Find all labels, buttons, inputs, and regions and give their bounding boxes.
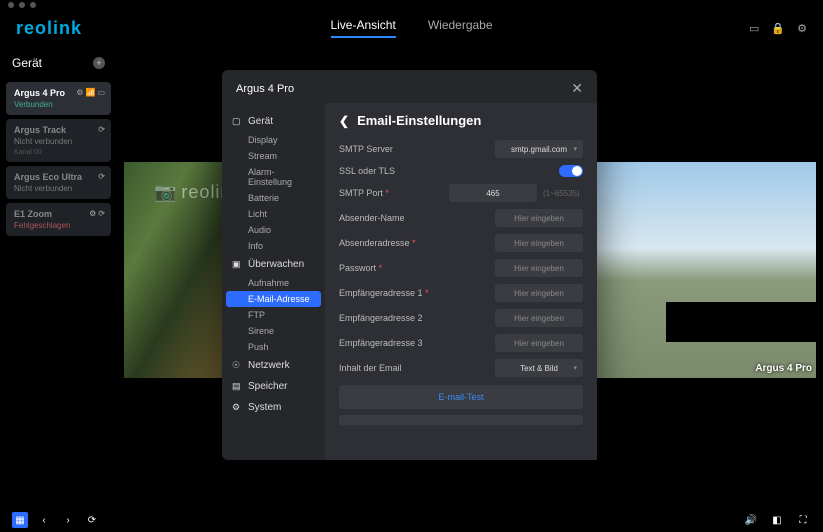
recip1-input[interactable]: Hier eingeben: [495, 284, 583, 302]
cat-device[interactable]: ▢Gerät: [222, 111, 325, 132]
top-tabs: Live-Ansicht Wiedergabe: [330, 18, 492, 38]
battery-icon: ▭: [97, 88, 105, 97]
tab-live[interactable]: Live-Ansicht: [330, 18, 395, 38]
settings-modal: Argus 4 Pro ✕ ▢Gerät Display Stream Alar…: [222, 70, 597, 460]
modal-title: Argus 4 Pro: [236, 83, 294, 95]
cat-monitor[interactable]: ▣Überwachen: [222, 254, 325, 275]
close-button[interactable]: ✕: [571, 80, 583, 97]
fullscreen-button[interactable]: ⛶: [795, 512, 811, 528]
sender-name-input[interactable]: Hier eingeben: [495, 209, 583, 227]
cat-system[interactable]: ⚙System: [222, 397, 325, 418]
device-status: Fehlgeschlagen: [14, 221, 103, 230]
password-input[interactable]: Hier eingeben: [495, 259, 583, 277]
back-button[interactable]: ❮: [339, 114, 349, 128]
topbar: reolink Live-Ansicht Wiedergabe ▭ 🔒 ⚙: [0, 10, 823, 46]
device-item-argus4pro[interactable]: Argus 4 Pro Verbunden ⚙ 📶 ▭: [6, 82, 111, 115]
camera-preview-left[interactable]: 📷reolink: [124, 162, 224, 378]
traffic-max[interactable]: [30, 2, 36, 8]
prev-button[interactable]: ‹: [36, 512, 52, 528]
tab-playback[interactable]: Wiedergabe: [428, 18, 493, 38]
collapse-button[interactable]: ◧: [769, 512, 785, 528]
extra-section[interactable]: [339, 415, 583, 425]
device-item-argustrack[interactable]: Argus Track Nicht verbunden Kanal 00 ⟳: [6, 119, 111, 162]
grid-button[interactable]: ▦: [12, 512, 28, 528]
gear-icon[interactable]: ⚙: [76, 88, 83, 97]
sub-email[interactable]: E-Mail-Adresse: [226, 291, 321, 307]
sub-stream[interactable]: Stream: [222, 148, 325, 164]
refresh-button[interactable]: ⟳: [84, 512, 100, 528]
chevron-down-icon: ▾: [573, 145, 577, 153]
gear-icon[interactable]: ⚙: [797, 22, 807, 35]
monitor-icon: ▣: [232, 259, 242, 270]
page-title: ❮ Email-Einstellungen: [339, 113, 583, 128]
bottom-toolbar: ▦ ‹ › ⟳ 🔊 ◧ ⛶: [0, 508, 823, 532]
sidebar-title-text: Gerät: [12, 56, 42, 70]
refresh-icon[interactable]: ⟳: [98, 172, 105, 181]
device-item-argusecoultra[interactable]: Argus Eco Ultra Nicht verbunden ⟳: [6, 166, 111, 199]
content-label: Inhalt der Email: [339, 363, 495, 373]
smtp-port-label: SMTP Port *: [339, 188, 449, 198]
sub-push[interactable]: Push: [222, 339, 325, 355]
sub-record[interactable]: Aufnahme: [222, 275, 325, 291]
layout-icon[interactable]: ▭: [749, 22, 759, 35]
email-test-button[interactable]: E-mail-Test: [339, 385, 583, 409]
redaction-box: [666, 302, 816, 342]
sub-alarm[interactable]: Alarm-Einstellung: [222, 164, 325, 190]
sub-info[interactable]: Info: [222, 238, 325, 254]
settings-icon[interactable]: ⚙: [89, 209, 96, 218]
recip3-input[interactable]: Hier eingeben: [495, 334, 583, 352]
top-icons: ▭ 🔒 ⚙: [749, 22, 807, 35]
logo: reolink: [16, 18, 82, 39]
lock-icon[interactable]: 🔒: [771, 22, 785, 35]
camera-icon: ▢: [232, 116, 242, 127]
sidebar-title: Gerät +: [6, 52, 111, 78]
gear-icon: ⚙: [232, 402, 242, 413]
settings-sidebar: ▢Gerät Display Stream Alarm-Einstellung …: [222, 103, 325, 460]
wifi-icon: 📶: [85, 88, 95, 97]
device-item-e1zoom[interactable]: E1 Zoom Fehlgeschlagen ⚙ ⟳: [6, 203, 111, 236]
device-sub: Kanal 00: [14, 149, 103, 156]
storage-icon: ▤: [232, 381, 242, 392]
window-titlebar: [0, 0, 823, 10]
recip2-input[interactable]: Hier eingeben: [495, 309, 583, 327]
ssl-label: SSL oder TLS: [339, 166, 559, 176]
sender-name-label: Absender-Name: [339, 213, 495, 223]
sub-light[interactable]: Licht: [222, 206, 325, 222]
next-button[interactable]: ›: [60, 512, 76, 528]
traffic-close[interactable]: [8, 2, 14, 8]
add-device-button[interactable]: +: [93, 57, 105, 69]
recip3-label: Empfängeradresse 3: [339, 338, 495, 348]
device-status: Verbunden: [14, 100, 103, 109]
cat-storage[interactable]: ▤Speicher: [222, 376, 325, 397]
device-status: Nicht verbunden: [14, 184, 103, 193]
device-name: Argus Track: [14, 125, 103, 135]
ssl-toggle[interactable]: [559, 165, 583, 177]
password-label: Passwort *: [339, 263, 495, 273]
sub-display[interactable]: Display: [222, 132, 325, 148]
chevron-down-icon: ▾: [573, 364, 577, 372]
sub-ftp[interactable]: FTP: [222, 307, 325, 323]
smtp-server-select[interactable]: smtp.gmail.com▾: [495, 140, 583, 158]
refresh-icon[interactable]: ⟳: [98, 125, 105, 134]
sub-audio[interactable]: Audio: [222, 222, 325, 238]
settings-content: ❮ Email-Einstellungen SMTP Serversmtp.gm…: [325, 103, 597, 460]
sub-siren[interactable]: Sirene: [222, 323, 325, 339]
device-status: Nicht verbunden: [14, 137, 103, 146]
device-sidebar: Gerät + Argus 4 Pro Verbunden ⚙ 📶 ▭ Argu…: [0, 46, 117, 506]
network-icon: ☉: [232, 360, 242, 371]
recip2-label: Empfängeradresse 2: [339, 313, 495, 323]
content-select[interactable]: Text & Bild▾: [495, 359, 583, 377]
cat-network[interactable]: ☉Netzwerk: [222, 355, 325, 376]
refresh-icon[interactable]: ⟳: [98, 209, 105, 218]
smtp-server-label: SMTP Server: [339, 144, 495, 154]
smtp-port-input[interactable]: 465: [449, 184, 537, 202]
camera-label: Argus 4 Pro: [755, 363, 812, 374]
traffic-min[interactable]: [19, 2, 25, 8]
sender-addr-label: Absenderadresse *: [339, 238, 495, 248]
sub-battery[interactable]: Batterie: [222, 190, 325, 206]
volume-button[interactable]: 🔊: [743, 512, 759, 528]
recip1-label: Empfängeradresse 1 *: [339, 288, 495, 298]
sender-addr-input[interactable]: Hier eingeben: [495, 234, 583, 252]
device-name: Argus Eco Ultra: [14, 172, 103, 182]
